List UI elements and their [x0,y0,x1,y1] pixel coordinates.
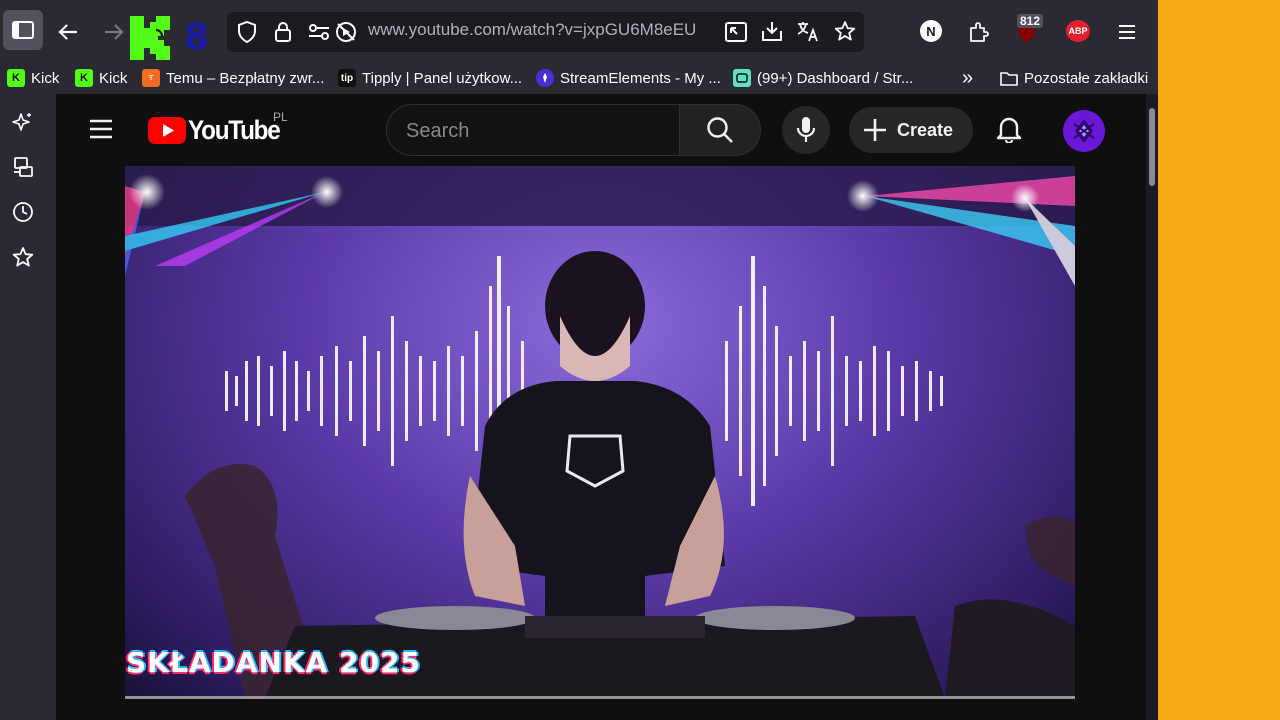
adblock-plus-button[interactable]: ABP [1066,20,1090,42]
create-label: Create [897,119,954,140]
synced-tabs-icon[interactable] [12,156,34,178]
hamburger-menu-icon [90,119,112,139]
autoplay-blocked-button[interactable] [333,19,359,45]
video-progress-bar[interactable] [125,696,1075,699]
region-label: PL [273,110,288,124]
hamburger-menu-icon [1119,25,1135,39]
bookmarks-star-icon[interactable] [12,246,34,268]
site-security-button[interactable] [272,19,294,45]
tracking-protection-button[interactable] [235,19,259,45]
bookmarks-overflow-button[interactable]: » [962,67,973,89]
ai-sparkle-icon[interactable] [12,111,34,133]
bookmark-item[interactable]: (99+) Dashboard / Str... [733,67,913,89]
bookmark-item[interactable]: StreamElements - My ... [536,67,721,89]
app-menu-button[interactable] [1114,19,1140,45]
youtube-logo[interactable]: YouTube [148,114,290,146]
bookmark-label: Tipply | Panel użytkow... [362,69,523,87]
permissions-button[interactable] [306,20,332,44]
back-button[interactable] [54,18,82,46]
forward-button[interactable] [100,18,128,46]
bookmark-label: StreamElements - My ... [560,69,721,87]
youtube-play-icon [148,116,186,144]
history-clock-icon[interactable] [12,201,34,223]
side-background-panel [1158,0,1280,720]
arrow-right-icon [105,24,124,40]
guide-menu-button[interactable] [88,118,114,140]
bookmark-label: Kick [99,69,128,87]
kick-logo-overlay [130,16,170,60]
n-extension-button[interactable]: N [920,20,942,42]
video-player[interactable] [125,166,1075,698]
youtube-header: YouTube PL Search Create [56,94,1146,164]
video-title-overlay: SKŁADANKA 2025 [126,646,421,679]
create-button[interactable]: Create [849,107,973,153]
download-button[interactable] [759,18,785,44]
browser-sidebar [0,94,56,720]
extensions-button[interactable] [966,19,992,45]
microphone-icon [796,117,816,142]
bookmark-star-button[interactable] [832,18,858,44]
kick-favicon-icon: K [7,69,25,87]
arrow-left-icon [58,24,77,40]
picture-in-picture-button[interactable] [723,19,749,45]
avatar-emblem-icon [1073,119,1095,143]
bookmark-label: Temu – Bezpłatny zwr... [166,69,325,87]
scrollbar-thumb[interactable] [1149,108,1155,186]
streamelements-favicon-icon [536,69,554,87]
bookmark-item[interactable]: K Kick [75,67,127,89]
ublock-badge: 812 [1017,14,1043,28]
bookmark-item[interactable]: tip Tipply | Panel użytkow... [338,67,522,89]
plus-icon [864,119,886,141]
bookmark-label: Kick [31,69,60,87]
bookmark-label: Pozostałe zakładki [1024,69,1149,87]
tipply-favicon-icon: tip [338,69,356,87]
bookmark-item[interactable]: T Temu – Bezpłatny zwr... [142,67,324,89]
screenshot-icon [725,22,747,42]
notifications-button[interactable] [992,112,1026,146]
translate-button[interactable] [795,18,821,44]
folder-icon [1000,72,1018,86]
dashboard-favicon-icon [733,69,751,87]
url-text[interactable]: www.youtube.com/watch?v=jxpGU6M8eEU [368,20,696,40]
other-bookmarks-folder[interactable]: Pozostałe zakładki [1000,67,1148,89]
avatar[interactable] [1063,110,1105,152]
star-icon [834,21,856,41]
sidebar-icon [12,21,34,39]
overlay-number: 8 [184,17,210,58]
browser-toolbar: www.youtube.com/watch?v=jxpGU6M8eEU N 81… [0,0,1158,62]
voice-search-button[interactable] [782,106,830,154]
lock-icon [275,22,291,42]
sidebar-toggle-button[interactable] [3,10,43,50]
search-button[interactable] [679,104,761,156]
translate-icon [797,22,818,42]
bell-icon [996,117,1022,143]
permissions-icon [309,24,329,40]
bookmarks-toolbar: K Kick K Kick T Temu – Bezpłatny zwr... … [0,62,1158,94]
video-frame-image [125,166,1075,698]
download-icon [762,22,782,41]
youtube-logo-text: YouTube [188,114,281,145]
temu-favicon-icon: T [142,69,160,87]
bookmark-label: (99+) Dashboard / Str... [757,69,914,87]
puzzle-icon [970,22,989,42]
page-scrollbar[interactable] [1146,94,1158,720]
kick-favicon-icon: K [75,69,93,87]
autoplay-blocked-icon [336,22,356,42]
search-placeholder: Search [406,120,470,142]
search-icon [707,117,733,143]
bookmark-item[interactable]: K Kick [7,67,59,89]
shield-icon [238,21,256,43]
